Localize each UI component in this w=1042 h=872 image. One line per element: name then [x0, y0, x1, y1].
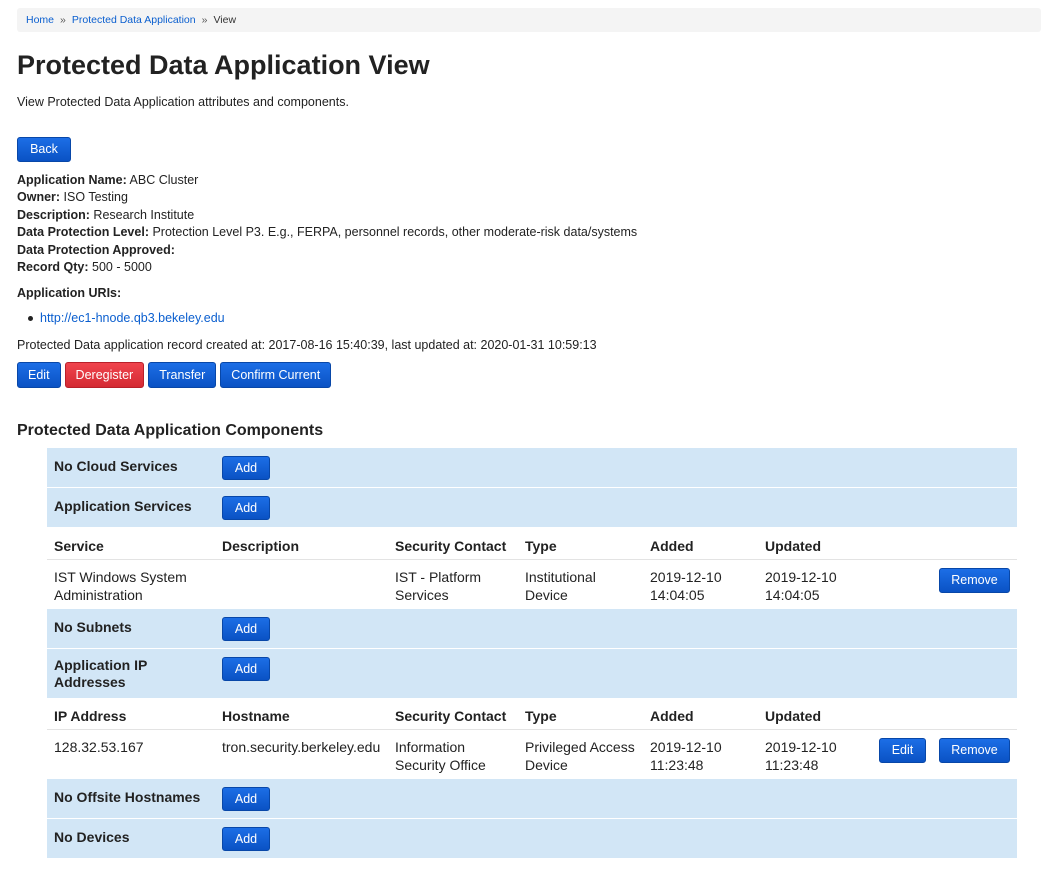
- column-header: Added: [650, 538, 694, 554]
- section-label: No Offsite Hostnames: [54, 789, 201, 805]
- column-header: Type: [525, 708, 557, 724]
- attribute-row: Description: Research Institute: [17, 207, 637, 224]
- column-header: Hostname: [222, 708, 290, 724]
- table-row: 128.32.53.167 tron.security.berkeley.edu…: [47, 730, 1017, 779]
- table-row: IST Windows System Administration IST - …: [47, 560, 1017, 609]
- section-label: Application Services: [54, 498, 192, 514]
- attribute-label: Application Name:: [17, 173, 127, 187]
- uris-title: Application URIs:: [17, 286, 122, 300]
- updated-date: 2019-12-10 11:23:48: [765, 739, 837, 773]
- column-header: Service: [54, 538, 104, 554]
- updated-date: 2019-12-10 14:04:05: [765, 569, 837, 603]
- add-application-service-button[interactable]: Add: [222, 496, 270, 520]
- column-header: IP Address: [54, 708, 127, 724]
- add-cloud-service-button[interactable]: Add: [222, 456, 270, 480]
- ip-address: 128.32.53.167: [54, 739, 144, 755]
- add-device-button[interactable]: Add: [222, 827, 270, 851]
- attribute-label: Owner:: [17, 190, 61, 205]
- section-cloud-services: No Cloud Services Add: [47, 448, 1017, 488]
- ip-header-row: IP Address Hostname Security Contact Typ…: [47, 699, 1017, 730]
- section-application-services: Application Services Add: [47, 488, 1017, 528]
- breadcrumb-separator: »: [60, 14, 66, 26]
- transfer-button[interactable]: Transfer: [148, 362, 217, 388]
- column-header: Added: [650, 708, 694, 724]
- remove-ip-button[interactable]: Remove: [939, 738, 1010, 763]
- attribute-value: 500 - 5000: [92, 260, 152, 275]
- attribute-label: Data Protection Level:: [17, 225, 149, 240]
- section-label: No Devices: [54, 829, 130, 845]
- added-date: 2019-12-10 11:23:48: [650, 739, 722, 773]
- hostname: tron.security.berkeley.edu: [222, 739, 381, 755]
- column-header: Updated: [765, 708, 821, 724]
- record-timestamps: Protected Data application record create…: [17, 338, 597, 352]
- components-title: Protected Data Application Components: [17, 422, 324, 439]
- column-header: Description: [222, 538, 300, 554]
- attribute-value: ABC Cluster: [129, 173, 199, 187]
- breadcrumb-separator: »: [201, 14, 208, 26]
- breadcrumb-current: View: [213, 14, 237, 26]
- bullet-icon: [28, 316, 33, 322]
- attribute-row: Record Qty: 500 - 5000: [17, 259, 637, 276]
- security-contact: Information Security Office: [395, 739, 486, 773]
- breadcrumb-home-link[interactable]: Home: [26, 14, 54, 26]
- breadcrumb: Home » Protected Data Application » View: [17, 8, 1041, 32]
- attribute-label: Record Qty:: [17, 260, 89, 275]
- section-devices: No Devices Add: [47, 819, 1017, 859]
- column-header: Security Contact: [395, 708, 507, 724]
- remove-service-button[interactable]: Remove: [939, 568, 1010, 593]
- section-label: No Cloud Services: [54, 458, 178, 474]
- column-header: Updated: [765, 538, 821, 554]
- service-type: Institutional Device: [525, 569, 596, 603]
- ip-type: Privileged Access Device: [525, 739, 635, 773]
- edit-ip-button[interactable]: Edit: [879, 738, 926, 763]
- add-ip-address-button[interactable]: Add: [222, 657, 270, 681]
- page-subtitle: View Protected Data Application attribut…: [17, 95, 349, 109]
- deregister-button[interactable]: Deregister: [64, 362, 145, 388]
- section-ip-addresses: Application IP Addresses Add: [47, 649, 1017, 699]
- uri-list-item: http://ec1-hnode.qb3.bekeley.edu: [28, 311, 225, 325]
- attribute-value: Research Institute: [93, 207, 195, 222]
- add-subnet-button[interactable]: Add: [222, 617, 270, 641]
- attribute-row: Application Name: ABC Cluster: [17, 172, 637, 189]
- uri-link[interactable]: http://ec1-hnode.qb3.bekeley.edu: [40, 311, 225, 325]
- attribute-label: Description:: [17, 207, 90, 222]
- attribute-row: Data Protection Approved:: [17, 242, 637, 259]
- back-button[interactable]: Back: [17, 137, 71, 162]
- attribute-value: ISO Testing: [63, 190, 128, 205]
- page-title: Protected Data Application View: [17, 50, 430, 80]
- column-header: Security Contact: [395, 538, 507, 554]
- services-header-row: Service Description Security Contact Typ…: [47, 529, 1017, 560]
- attribute-label: Data Protection Approved:: [17, 242, 175, 257]
- attribute-row: Data Protection Level: Protection Level …: [17, 224, 637, 241]
- section-subnets: No Subnets Add: [47, 609, 1017, 649]
- added-date: 2019-12-10 14:04:05: [650, 569, 722, 603]
- section-label: Application IP Addresses: [54, 657, 148, 690]
- attribute-row: Owner: ISO Testing: [17, 189, 637, 206]
- breadcrumb-section-link[interactable]: Protected Data Application: [72, 14, 196, 26]
- action-buttons: Edit Deregister Transfer Confirm Current: [17, 362, 332, 388]
- confirm-current-button[interactable]: Confirm Current: [220, 362, 332, 388]
- section-label: No Subnets: [54, 619, 132, 635]
- edit-button[interactable]: Edit: [17, 362, 61, 388]
- attributes-list: Application Name: ABC Cluster Owner: ISO…: [17, 172, 637, 276]
- security-contact: IST - Platform Services: [395, 569, 482, 603]
- column-header: Type: [525, 538, 557, 554]
- service-name: IST Windows System Administration: [54, 569, 187, 603]
- add-offsite-hostname-button[interactable]: Add: [222, 787, 270, 811]
- section-offsite-hostnames: No Offsite Hostnames Add: [47, 779, 1017, 819]
- attribute-value: Protection Level P3. E.g., FERPA, person…: [152, 225, 638, 240]
